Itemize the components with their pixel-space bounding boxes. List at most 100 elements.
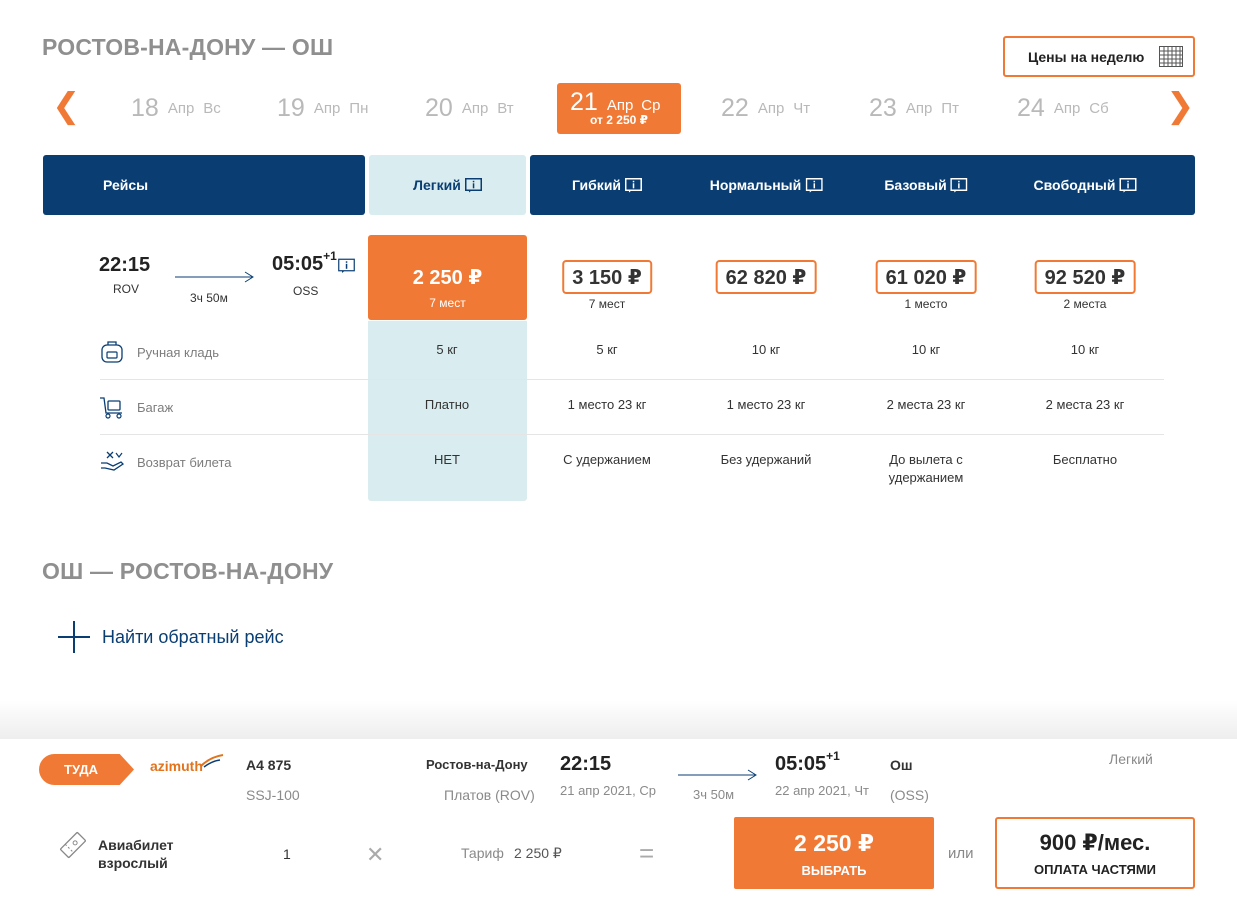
panel-shadow bbox=[0, 700, 1237, 740]
find-return-flight-button[interactable]: Найти обратный рейс bbox=[58, 621, 284, 653]
equals-icon: = bbox=[639, 838, 655, 868]
date-item[interactable]: 20 Апр Вт bbox=[425, 90, 514, 126]
price-flexible-button[interactable]: 3 150 ₽ bbox=[562, 260, 652, 294]
cell-value: 10 кг bbox=[1070, 342, 1100, 357]
row-divider bbox=[100, 379, 1164, 380]
tariff-label: Тариф bbox=[461, 845, 504, 861]
arrival-time-value: 05:05 bbox=[775, 753, 827, 775]
date-weekday: Сб bbox=[1089, 99, 1109, 117]
cell-value: 5 кг bbox=[596, 342, 618, 357]
refund-hand-icon bbox=[101, 451, 125, 471]
ticket-type-line: Авиабилет bbox=[98, 837, 174, 853]
arrival-next-day: +1 bbox=[826, 749, 840, 763]
pay-in-parts-label: ОПЛАТА ЧАСТЯМИ bbox=[1034, 862, 1156, 877]
tariff-header-basic[interactable]: Базовый bbox=[884, 155, 968, 215]
cell-value: Платно bbox=[424, 397, 470, 412]
date-weekday: Вс bbox=[203, 99, 221, 117]
destination-city: Ош bbox=[890, 757, 913, 773]
week-prices-label: Цены на неделю bbox=[1028, 48, 1145, 65]
cell-value: Бесплатно bbox=[1052, 452, 1118, 467]
date-month: Апр bbox=[313, 99, 341, 117]
date-item[interactable]: 19 Апр Пн bbox=[277, 90, 368, 126]
date-month: Апр bbox=[606, 97, 634, 114]
seats-left: 7 мест bbox=[588, 297, 626, 311]
backpack-icon bbox=[101, 341, 123, 363]
prev-dates-arrow-icon[interactable]: ❮ bbox=[52, 88, 81, 124]
cell-value: 1 место 23 кг bbox=[567, 397, 647, 412]
info-icon[interactable] bbox=[950, 177, 968, 193]
flight-arrow-icon bbox=[678, 769, 757, 781]
ticket-type: Авиабилет взрослый bbox=[98, 836, 174, 872]
date-day: 23 bbox=[869, 93, 897, 122]
price-value: 2 250 ₽ bbox=[412, 267, 483, 289]
arrival-date: 22 апр 2021, Чт bbox=[775, 783, 869, 798]
departure-date: 21 апр 2021, Ср bbox=[560, 783, 656, 798]
tariff-header-light[interactable]: Легкий bbox=[369, 155, 526, 215]
total-price: 2 250 ₽ bbox=[794, 830, 874, 856]
row-divider bbox=[100, 434, 1164, 435]
aircraft-type: SSJ-100 bbox=[246, 787, 300, 803]
summary-arrival-time: 05:05+1 bbox=[775, 749, 840, 776]
select-label: ВЫБРАТЬ bbox=[801, 863, 867, 878]
date-item-selected[interactable]: 21 Апр Ср от 2 250 ₽ bbox=[557, 83, 681, 134]
info-icon[interactable] bbox=[805, 177, 823, 193]
date-item[interactable]: 24 Апр Сб bbox=[1017, 90, 1109, 126]
date-day: 19 bbox=[277, 93, 305, 122]
tariff-header-flexible[interactable]: Гибкий bbox=[571, 155, 643, 215]
select-pay-button[interactable]: 2 250 ₽ ВЫБРАТЬ bbox=[734, 817, 934, 889]
tariff-header-label: Базовый bbox=[884, 177, 947, 193]
info-icon[interactable] bbox=[338, 258, 355, 274]
tariff-header-label: Свободный bbox=[1033, 177, 1116, 193]
flight-number: А4 875 bbox=[246, 757, 292, 773]
week-prices-button[interactable]: Цены на неделю bbox=[1003, 36, 1195, 77]
tariff-header-free[interactable]: Свободный bbox=[1033, 155, 1137, 215]
date-weekday: Пн bbox=[349, 99, 369, 117]
date-month: Апр bbox=[461, 99, 489, 117]
price-normal-button[interactable]: 62 820 ₽ bbox=[715, 260, 817, 294]
date-day: 22 bbox=[721, 93, 749, 122]
find-return-label: Найти обратный рейс bbox=[102, 626, 284, 647]
price-basic-button[interactable]: 61 020 ₽ bbox=[875, 260, 977, 294]
arrival-airport-code: OSS bbox=[293, 284, 319, 298]
origin-city: Ростов-на-Дону bbox=[426, 757, 528, 772]
seats-left: 7 мест bbox=[429, 296, 466, 310]
cell-value: С удержанием bbox=[563, 452, 651, 467]
departure-time: 22:15 bbox=[99, 254, 151, 276]
date-min-price: от 2 250 ₽ bbox=[590, 113, 648, 127]
tariff-header-label: Гибкий bbox=[571, 177, 622, 193]
date-item[interactable]: 18 Апр Вс bbox=[131, 90, 221, 126]
row-label-refund: Возврат билета bbox=[137, 455, 232, 470]
flights-header-label: Рейсы bbox=[103, 177, 149, 193]
return-route-title: ОШ — РОСТОВ-НА-ДОНУ bbox=[42, 558, 334, 584]
next-dates-arrow-icon[interactable]: ❯ bbox=[1166, 88, 1195, 124]
cell-value: Без удержаний bbox=[720, 452, 812, 467]
date-month: Апр bbox=[1053, 99, 1081, 117]
date-weekday: Пт bbox=[941, 99, 959, 117]
seats-left: 1 место bbox=[904, 297, 948, 311]
info-icon[interactable] bbox=[464, 177, 482, 193]
date-item[interactable]: 23 Апр Пт bbox=[869, 90, 959, 126]
calendar-grid-icon bbox=[1159, 46, 1183, 67]
airline-logo-text: azimuth bbox=[150, 758, 203, 774]
cell-value: 5 кг bbox=[436, 342, 458, 357]
tariff-headers-group: Гибкий Нормальный Базовый Свободный bbox=[530, 155, 1195, 215]
cell-value-line: удержанием bbox=[888, 470, 964, 485]
cell-value: 2 места 23 кг bbox=[1045, 397, 1125, 412]
or-separator: или bbox=[948, 845, 974, 862]
flight-arrow-icon bbox=[175, 271, 254, 283]
pay-in-parts-button[interactable]: 900 ₽/мес. ОПЛАТА ЧАСТЯМИ bbox=[995, 817, 1195, 889]
ticket-icon bbox=[60, 832, 86, 858]
tariff-header-normal[interactable]: Нормальный bbox=[710, 155, 823, 215]
date-item[interactable]: 22 Апр Чт bbox=[721, 90, 810, 126]
monthly-price: 900 ₽/мес. bbox=[1039, 830, 1151, 855]
airline-logo: azimuth bbox=[150, 754, 224, 774]
cell-value: До вылета с удержанием bbox=[889, 451, 964, 487]
arrival-time: 05:05+1 bbox=[272, 249, 337, 276]
price-free-button[interactable]: 92 520 ₽ bbox=[1034, 260, 1136, 294]
info-icon[interactable] bbox=[625, 177, 643, 193]
date-day: 20 bbox=[425, 93, 453, 122]
seats-left: 2 места bbox=[1063, 297, 1107, 311]
price-light-selected[interactable]: 2 250 ₽ 7 мест bbox=[368, 235, 527, 320]
cell-value: 2 места 23 кг bbox=[886, 397, 966, 412]
info-icon[interactable] bbox=[1119, 177, 1137, 193]
